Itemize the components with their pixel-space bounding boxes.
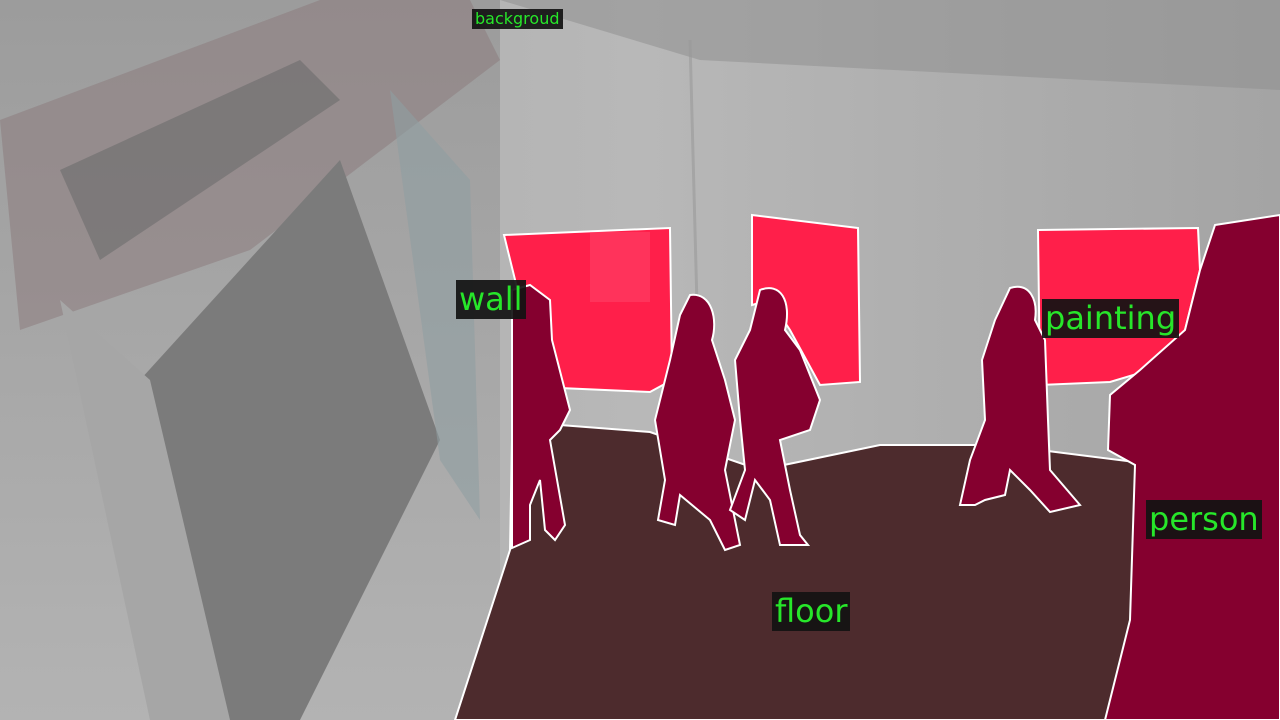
painting-left-detail xyxy=(590,232,650,302)
segmentation-scene: backgroud wall painting person floor xyxy=(0,0,1280,720)
label-wall: wall xyxy=(456,280,526,319)
label-painting: painting xyxy=(1042,299,1180,338)
label-floor: floor xyxy=(772,592,851,631)
label-backgroud: backgroud xyxy=(472,9,563,30)
segmentation-canvas xyxy=(0,0,1280,720)
label-person: person xyxy=(1146,500,1262,539)
